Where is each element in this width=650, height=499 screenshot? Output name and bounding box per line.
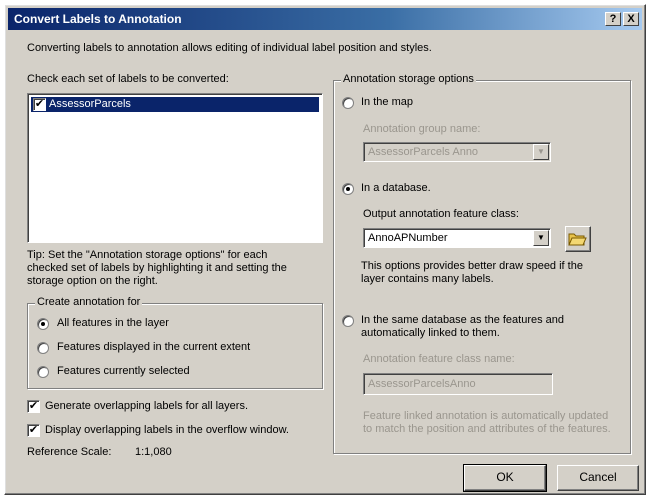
database-note-line-1: This options provides better draw speed … [361, 260, 583, 272]
same-db-note-line-2: to match the position and attributes of … [363, 423, 611, 435]
create-annotation-legend: Create annotation for [35, 296, 143, 308]
close-button[interactable]: X [623, 12, 639, 26]
reference-scale-label: Reference Scale: [27, 446, 112, 458]
reference-scale-value: 1:1,080 [135, 446, 172, 458]
database-note-line-2: layer contains many labels. [361, 273, 494, 285]
window-title: Convert Labels to Annotation [14, 12, 182, 26]
class-name-label: Annotation feature class name: [363, 353, 515, 365]
group-name-label: Annotation group name: [363, 123, 481, 135]
radio-same-database-label-1[interactable]: In the same database as the features and [361, 314, 564, 326]
generate-overlap-label[interactable]: Generate overlapping labels for all laye… [45, 400, 248, 412]
radio-in-map-label[interactable]: In the map [361, 96, 413, 108]
dropdown-arrow-icon[interactable]: ▼ [533, 230, 549, 246]
list-item-checkbox[interactable]: ✔ [33, 98, 46, 111]
tip-line-3: storage option on the right. [27, 275, 158, 287]
intro-text: Converting labels to annotation allows e… [27, 42, 432, 54]
labels-listbox[interactable]: ✔ AssessorParcels [27, 93, 323, 243]
cancel-button[interactable]: Cancel [557, 465, 639, 491]
class-name-field[interactable]: AssessorParcelsAnno [363, 373, 553, 395]
list-item-label: AssessorParcels [49, 98, 131, 110]
title-bar: Convert Labels to Annotation ? X [8, 8, 642, 30]
feature-class-label: Output annotation feature class: [363, 208, 519, 220]
radio-current-extent-label[interactable]: Features displayed in the current extent [57, 341, 250, 353]
radio-all-features-label[interactable]: All features in the layer [57, 317, 169, 329]
display-overflow-checkbox[interactable]: ✔ [27, 424, 40, 437]
feature-class-combo[interactable]: AnnoAPNumber ▼ [363, 228, 551, 248]
list-item[interactable]: ✔ AssessorParcels [31, 97, 319, 112]
group-name-combo[interactable]: AssessorParcels Anno ▼ [363, 142, 551, 162]
radio-current-extent[interactable] [37, 342, 49, 354]
group-name-value: AssessorParcels Anno [368, 146, 479, 158]
tip-line-2: checked set of labels by highlighting it… [27, 262, 287, 274]
tip-line-1: Tip: Set the "Annotation storage options… [27, 249, 268, 261]
display-overflow-label[interactable]: Display overlapping labels in the overfl… [45, 424, 289, 436]
radio-in-database-label[interactable]: In a database. [361, 182, 431, 194]
radio-same-database-label-2[interactable]: automatically linked to them. [361, 327, 500, 339]
radio-same-database[interactable] [342, 315, 354, 327]
storage-options-legend: Annotation storage options [341, 73, 476, 85]
ok-button[interactable]: OK [463, 464, 547, 492]
radio-currently-selected[interactable] [37, 366, 49, 378]
generate-overlap-checkbox[interactable]: ✔ [27, 400, 40, 413]
same-db-note-line-1: Feature linked annotation is automatical… [363, 410, 609, 422]
help-button[interactable]: ? [605, 12, 621, 26]
radio-in-database[interactable] [342, 183, 354, 195]
convert-labels-dialog: Convert Labels to Annotation ? X Convert… [4, 4, 646, 495]
open-folder-button[interactable] [565, 226, 591, 252]
feature-class-value: AnnoAPNumber [368, 232, 448, 244]
labels-heading: Check each set of labels to be converted… [27, 73, 229, 85]
radio-currently-selected-label[interactable]: Features currently selected [57, 365, 190, 377]
radio-in-map[interactable] [342, 97, 354, 109]
open-folder-icon [568, 233, 587, 246]
radio-all-features[interactable] [37, 318, 49, 330]
dropdown-arrow-icon[interactable]: ▼ [533, 144, 549, 160]
